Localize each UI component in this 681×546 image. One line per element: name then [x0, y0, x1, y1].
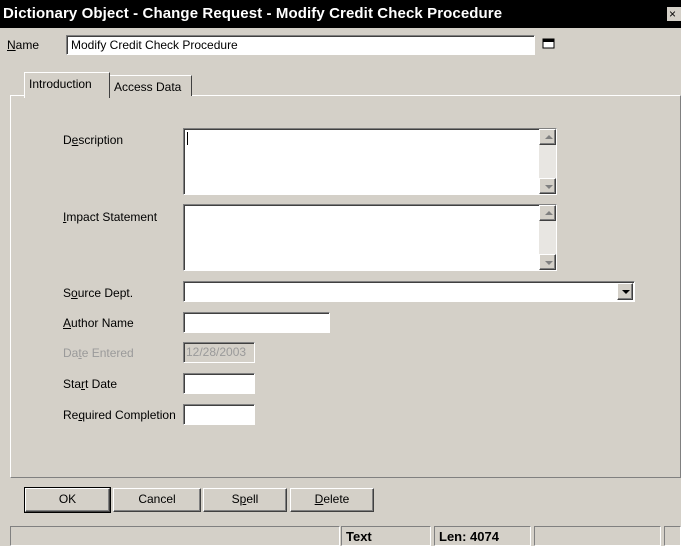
- author-name-label: Author Name: [63, 316, 134, 330]
- date-entered-value: 12/28/2003: [186, 345, 247, 359]
- impact-statement-textarea[interactable]: [183, 204, 557, 271]
- ok-button-label: OK: [58, 492, 77, 506]
- name-field-value: Modify Credit Check Procedure: [71, 38, 238, 52]
- impact-statement-label: Impact Statement: [63, 210, 158, 224]
- description-textarea[interactable]: [183, 128, 557, 195]
- arrow-down-icon: [545, 185, 553, 189]
- status-panel-end: [664, 526, 681, 546]
- start-date-label: Start Date: [63, 377, 118, 391]
- name-label: Name: [7, 38, 40, 52]
- arrow-up-icon: [545, 135, 553, 139]
- delete-button[interactable]: Delete: [290, 488, 374, 512]
- scroll-up-button[interactable]: [539, 205, 556, 221]
- status-mode-text: Text: [346, 529, 372, 544]
- status-mode: Text: [341, 526, 431, 546]
- tab-introduction-label: Introduction: [29, 77, 92, 91]
- author-name-input[interactable]: [183, 312, 330, 333]
- close-button[interactable]: ×: [667, 7, 681, 21]
- status-panel-extra: [534, 526, 661, 546]
- scroll-down-button[interactable]: [539, 254, 556, 270]
- arrow-down-icon: [545, 261, 553, 265]
- status-length: Len: 4074: [434, 526, 531, 546]
- delete-button-label: Delete: [314, 492, 350, 506]
- tab-introduction[interactable]: Introduction: [24, 72, 110, 98]
- name-field[interactable]: Modify Credit Check Procedure: [66, 35, 535, 55]
- maximize-icon: [542, 38, 555, 49]
- source-dept-label: Source Dept.: [63, 286, 134, 300]
- cancel-button-label: Cancel: [138, 492, 176, 506]
- cancel-button[interactable]: Cancel: [113, 488, 201, 512]
- status-length-text: Len: 4074: [439, 529, 499, 544]
- date-entered-label: Date Entered: [63, 346, 134, 360]
- scroll-down-button[interactable]: [539, 178, 556, 194]
- arrow-up-icon: [545, 211, 553, 215]
- required-completion-input[interactable]: [183, 404, 255, 425]
- active-tab-join: [25, 96, 109, 98]
- dropdown-button[interactable]: [617, 283, 633, 300]
- text-caret: [187, 132, 188, 145]
- ok-button[interactable]: OK: [24, 487, 111, 513]
- date-entered-field: 12/28/2003: [183, 342, 255, 363]
- required-completion-label: Required Completion: [63, 408, 176, 422]
- close-icon: ×: [669, 7, 677, 21]
- status-panel-main: [10, 526, 340, 546]
- chevron-down-icon: [622, 290, 630, 294]
- spell-button[interactable]: Spell: [203, 488, 287, 512]
- impact-scrollbar[interactable]: [539, 205, 556, 270]
- title-bar: Dictionary Object - Change Request - Mod…: [0, 0, 681, 28]
- tab-access-data[interactable]: Access Data: [109, 75, 192, 96]
- source-dept-select[interactable]: [183, 281, 635, 302]
- spell-button-label: Spell: [231, 492, 259, 506]
- maximize-button[interactable]: [541, 37, 557, 51]
- description-scrollbar[interactable]: [539, 129, 556, 194]
- scroll-up-button[interactable]: [539, 129, 556, 145]
- window-title: Dictionary Object - Change Request - Mod…: [3, 5, 503, 22]
- tab-access-data-label: Access Data: [114, 80, 182, 94]
- start-date-input[interactable]: [183, 373, 255, 394]
- description-label: Description: [63, 133, 124, 147]
